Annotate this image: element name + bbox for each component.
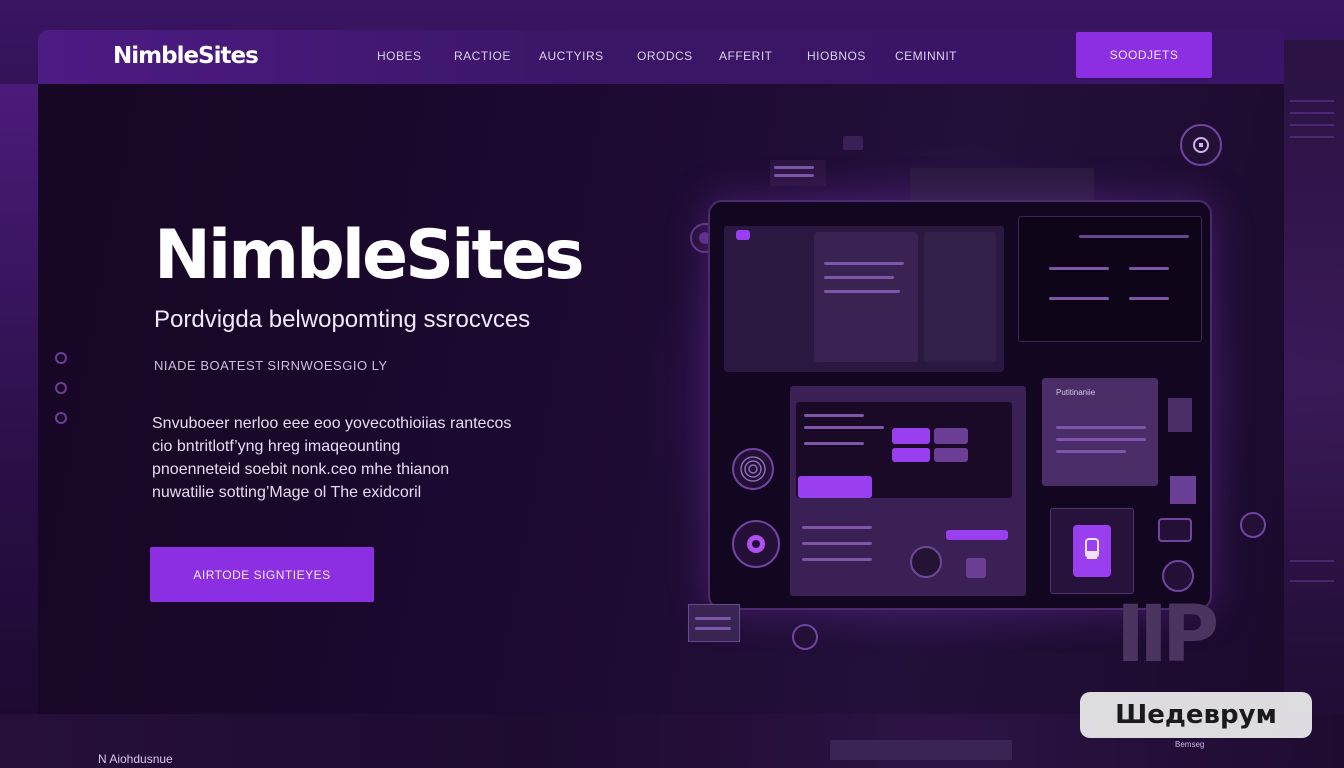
chart-block [934, 448, 968, 462]
window-badge [736, 230, 750, 240]
text-line [1049, 267, 1109, 270]
mockup-side-card: Putitinaniie [1042, 378, 1158, 486]
text-line [802, 542, 872, 545]
text-line [804, 442, 864, 445]
settings-dial[interactable] [910, 546, 942, 578]
text-line [774, 166, 814, 169]
text-line [1056, 438, 1146, 441]
gear-icon[interactable] [1162, 560, 1194, 592]
decor-dot [55, 382, 67, 394]
mockup-window-main [790, 386, 1026, 596]
decor-line [1290, 136, 1334, 138]
text-line [824, 262, 904, 265]
footer-brand[interactable]: N Aiohdusnue [98, 752, 173, 766]
lock-card [1050, 508, 1134, 594]
mockup-window-top-right [1018, 216, 1202, 342]
text-line [1056, 426, 1146, 429]
decor-line [1290, 124, 1334, 126]
toggle-knob[interactable] [792, 624, 818, 650]
lock-icon[interactable] [1073, 525, 1111, 577]
floating-chip [1170, 476, 1196, 504]
nav-link-7[interactable]: CEMINNIT [895, 49, 957, 63]
footer-panel [830, 740, 1012, 760]
text-line [1129, 267, 1169, 270]
gear-icon[interactable] [1240, 512, 1266, 538]
mockup-window-top-left [724, 226, 1004, 372]
chart-block [892, 428, 930, 444]
nav-cta-button[interactable]: SOODJETS [1076, 32, 1212, 78]
floating-chip [843, 136, 863, 150]
nav-link-3[interactable]: AUCTYIRS [539, 49, 604, 63]
floating-card [688, 604, 740, 642]
nav-link-2[interactable]: RACTIOE [454, 49, 511, 63]
hero-cta-button[interactable]: AIRTODE SIGNTIEYES [150, 547, 374, 602]
text-line [695, 627, 731, 630]
chart-block [892, 448, 930, 462]
chart-block [934, 428, 968, 444]
decor-line [1290, 580, 1334, 582]
text-line [1049, 297, 1109, 300]
text-line [804, 414, 864, 417]
nav-link-5[interactable]: AFFERIT [719, 49, 773, 63]
gear-icon[interactable] [732, 520, 780, 568]
hero-body: Snvuboeer nerloo eee eoo yovecothioiias … [152, 412, 511, 504]
big-letters-decor: IIP [1116, 590, 1219, 680]
footer-mini-label: Bemseg [1175, 740, 1205, 749]
progress-bar [946, 530, 1008, 540]
dashboard-mockup: Putitinaniie [708, 200, 1212, 610]
hero-body-line: cio bntritlotf’yng hreg imaqeounting [152, 438, 401, 455]
nav-link-4[interactable]: ORODCS [637, 49, 693, 63]
hero-body-line: pnoenneteid soebit nonk.ceo mhe thianon [152, 461, 450, 478]
hero-subtitle: Pordvigda belwopomting ssrocvces [154, 306, 531, 333]
fingerprint-icon[interactable] [732, 448, 774, 490]
window-side [924, 232, 996, 362]
text-line [695, 617, 731, 620]
hero-body-line: Snvuboeer nerloo eee eoo yovecothioiias … [152, 415, 512, 432]
text-line [802, 558, 872, 561]
nav-link-6[interactable]: HIOBNOS [807, 49, 866, 63]
chat-icon[interactable] [1180, 124, 1222, 166]
decor-line [1290, 100, 1334, 102]
decor-line [1290, 560, 1334, 562]
hero-body-line: nuwatilie sotting’Mage ol The exidcoril [152, 484, 422, 501]
text-line [804, 426, 884, 429]
main-window-button[interactable] [798, 476, 872, 498]
text-line [824, 290, 900, 293]
left-decor-strip [0, 84, 38, 714]
right-decor-strip [1282, 40, 1344, 730]
mini-chip [966, 558, 986, 578]
floating-card [770, 160, 826, 186]
text-line [774, 174, 814, 177]
site-logo[interactable]: NimbleSites [113, 43, 259, 69]
nav-link-1[interactable]: HOBES [377, 49, 422, 63]
text-line [1079, 235, 1189, 238]
side-card-header: Putitinaniie [1056, 388, 1096, 397]
top-navbar: NimbleSites HOBES RACTIOE AUCTYIRS ORODC… [38, 30, 1284, 84]
text-line [802, 526, 872, 529]
text-line [1129, 297, 1169, 300]
decor-dot [55, 352, 67, 364]
decor-dot [55, 412, 67, 424]
window-content [814, 232, 918, 362]
hero-title: NimbleSites [154, 216, 585, 295]
watermark-badge: Шедеврум [1080, 692, 1312, 738]
floating-panel [910, 168, 1094, 200]
text-line [824, 276, 894, 279]
decor-line [1290, 112, 1334, 114]
cup-icon[interactable] [1158, 518, 1192, 542]
floating-chip [1168, 398, 1192, 432]
text-line [1056, 450, 1126, 453]
hero-kicker: NIADE BOATEST SIRNWOESGIO LY [154, 358, 388, 373]
